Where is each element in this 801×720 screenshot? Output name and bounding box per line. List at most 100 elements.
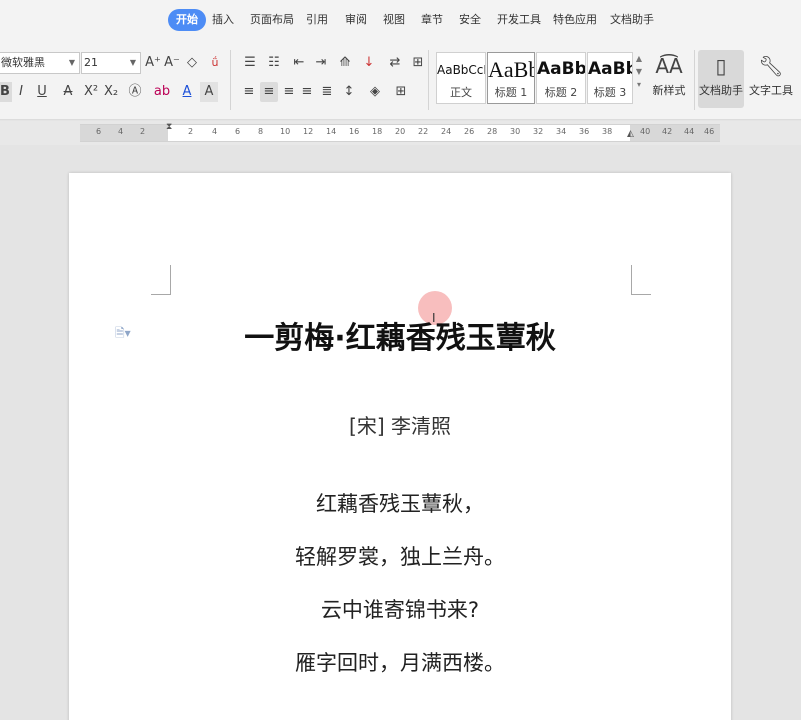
font-size-value: 21 [84,56,98,69]
ruler-number: 44 [684,127,695,136]
poem-line: 红藕香残玉蕈秋， [316,492,484,516]
tab-page-layout[interactable]: 页面布局 [250,9,294,31]
distribute-icon[interactable]: ≣ [318,82,336,102]
clear-format-icon[interactable]: ◇ [184,53,200,73]
tab-developer[interactable]: 开发工具 [497,9,541,31]
poem-line: 轻解罗裳，独上兰舟。 [295,545,505,569]
superscript-icon[interactable]: X² [82,82,100,102]
borders-icon[interactable]: ⊞ [390,82,412,102]
align-right-icon[interactable]: ≡ [280,82,298,102]
shrink-font-icon[interactable]: A⁻ [164,53,180,73]
doc-assistant-button[interactable]: ▯ 文档助手 [698,50,744,108]
indent-marker-icon[interactable]: ⧗ [166,122,172,132]
horizontal-ruler: 6 4 2 2 4 6 8 10 12 14 16 18 20 22 24 26… [0,121,801,145]
table-border-icon[interactable]: ⊞ [410,53,426,73]
tab-view[interactable]: 视图 [383,9,405,31]
phonetic-guide-icon[interactable]: ǘ [204,53,226,73]
divider [428,50,429,110]
strikethrough-icon[interactable]: A [58,82,78,102]
tab-review[interactable]: 审阅 [345,9,367,31]
bold-icon[interactable]: B [0,82,12,102]
tab-home[interactable]: 开始 [168,9,206,31]
italic-icon[interactable]: I [14,82,28,102]
decrease-indent-icon[interactable]: ⇤ [290,53,308,73]
numbered-list-icon[interactable]: ☷ [264,53,284,73]
ruler-number: 32 [533,127,544,136]
font-name-value: 微软雅黑 [1,56,45,69]
tab-chapter[interactable]: 章节 [421,9,443,31]
ruler-number: 2 [140,127,146,136]
ruler-number: 40 [640,127,651,136]
ruler-number: 6 [96,127,102,136]
underline-icon[interactable]: U [32,82,52,102]
bullet-list-icon[interactable]: ☰ [240,53,260,73]
font-size-select[interactable]: 21 ▼ [81,52,141,74]
corner-mark-top-left [151,265,171,295]
ruler-number: 4 [212,127,218,136]
tab-insert[interactable]: 插入 [212,9,234,31]
text-tools-label: 文字工具 [749,84,793,97]
ruler-number: 28 [487,127,498,136]
style-sample: AaBb( [537,59,585,79]
font-name-select[interactable]: 微软雅黑 ▼ [0,52,80,74]
poem-line: 雁字回时，月满西楼。 [295,651,505,675]
font-color-icon[interactable]: A [176,82,198,102]
subscript-icon[interactable]: X₂ [102,82,120,102]
text-tools-button[interactable]: 🔧︎ 文字工具 [746,50,796,108]
document-page[interactable]: 🗎︎▾ Ι 一剪梅·红藕香残玉蕈秋 [宋] 李清照 红藕香残玉蕈秋， 轻解罗裳，… [69,173,731,720]
chevron-down-icon: ▼ [129,58,136,67]
ruler-left-margin [80,125,168,141]
tab-security[interactable]: 安全 [459,9,481,31]
style-heading-2[interactable]: AaBb( 标题 2 [536,52,586,104]
styles-scroll-icon[interactable]: ▲ ▼ ▾ [634,52,644,104]
style-heading-1[interactable]: AaBb 标题 1 [487,52,535,104]
justify-icon[interactable]: ≡ [298,82,316,102]
ruler-track[interactable]: 6 4 2 2 4 6 8 10 12 14 16 18 20 22 24 26… [80,124,720,142]
style-sample: AaBb( [588,59,632,79]
ruler-number: 34 [556,127,567,136]
right-indent-marker-icon[interactable]: ◭ [627,129,634,139]
char-shading-icon[interactable]: A [200,82,218,102]
ruler-number: 38 [602,127,613,136]
align-left-icon[interactable]: ≡ [240,82,258,102]
menu-bar: 开始 插入 页面布局 引用 审阅 视图 章节 安全 开发工具 特色应用 文档助手 [0,0,801,40]
style-heading-3[interactable]: AaBb( 标题 3 [587,52,633,104]
shading-icon[interactable]: ◈ [364,82,386,102]
style-sample: AaBb [488,57,534,82]
poem-line: 云中谁寄锦书来? [320,598,480,622]
new-style-label: 新样式 [652,84,686,97]
highlight-icon[interactable]: ab [150,82,174,102]
ruler-number: 8 [258,127,264,136]
style-label: 正文 [450,86,472,99]
ruler-number: 14 [326,127,337,136]
show-marks-icon[interactable]: ⇄ [384,53,406,73]
line-spacing-icon[interactable]: ↕ [338,82,360,102]
ruler-number: 12 [303,127,314,136]
wrench-icon: 🔧︎ [758,54,784,78]
ruler-number: 36 [579,127,590,136]
doc-assistant-label: 文档助手 [699,84,743,97]
grow-font-icon[interactable]: A⁺ [145,53,161,73]
ruler-number: 4 [118,127,124,136]
ruler-number: 10 [280,127,291,136]
style-sample: AaBbCcD [437,63,485,77]
ruler-number: 16 [349,127,360,136]
tab-doc-assistant[interactable]: 文档助手 [610,9,654,31]
increase-indent-icon[interactable]: ⇥ [312,53,330,73]
align-center-icon[interactable]: ≡ [260,82,278,102]
tab-special[interactable]: 特色应用 [553,9,597,31]
ruler-number: 30 [510,127,521,136]
new-style-button[interactable]: A͡A 新样式 [646,50,692,108]
text-effect-icon[interactable]: Ⓐ [124,82,146,102]
sort-icon[interactable]: ↓ [360,53,378,73]
ruler-number: 26 [464,127,475,136]
style-label: 标题 3 [593,86,627,99]
ruler-number: 42 [662,127,673,136]
style-label: 标题 1 [494,86,528,99]
document-author: [宋] 李清照 [349,414,451,438]
ruler-number: 22 [418,127,429,136]
text-direction-icon[interactable]: ⟰ [334,53,356,73]
style-label: 标题 2 [544,86,578,99]
tab-references[interactable]: 引用 [306,9,328,31]
style-normal[interactable]: AaBbCcD 正文 [436,52,486,104]
